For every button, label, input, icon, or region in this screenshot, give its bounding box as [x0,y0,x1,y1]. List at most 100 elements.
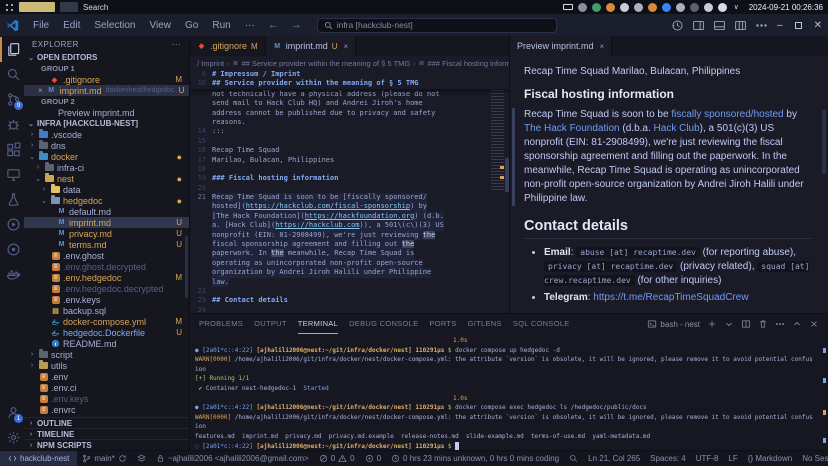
bluetooth-alt-icon[interactable] [676,3,685,12]
tree-item--env-hedgedoc[interactable]: ≡.env.hedgedocM [24,272,189,283]
preview-scrollbar[interactable] [822,110,826,174]
panel-tab-debug-console[interactable]: DEBUG CONSOLE [349,314,418,334]
tab--gitignore[interactable]: ◆.gitignoreM [190,36,266,56]
open-editor--gitignore[interactable]: ◆.gitignoreM [24,74,189,85]
open-editors-header[interactable]: ⌄OPEN EDITORS [24,52,189,63]
tree-item--env[interactable]: ≡.env [24,371,189,382]
panel-tab-sql-console[interactable]: SQL CONSOLE [513,314,570,334]
tree-item--env-keys[interactable]: ≡.env.keys [24,393,189,404]
tree-item-imprint-md[interactable]: Mimprint.mdU [24,217,189,228]
open-editor-preview-imprint-md[interactable]: Preview imprint.md [24,107,189,118]
panel-tab-gitlens[interactable]: GITLENS [468,314,502,334]
toggles-icon[interactable] [578,3,587,12]
section-npm-scripts[interactable]: ›NPM SCRIPTS [24,439,189,450]
status-language-mode[interactable]: {} Markdown [743,451,797,466]
activity-live-preview[interactable] [0,212,24,237]
tree-item--envrc[interactable]: ≡.envrc [24,404,189,415]
sidebar-more-button[interactable]: ··· [172,40,181,49]
editor-scrollbar[interactable] [505,158,509,192]
maximize-button[interactable] [795,22,802,29]
sidebar-scrollbar[interactable] [185,236,188,298]
menu-item-edit[interactable]: Edit [57,18,86,33]
menu-item-file[interactable]: File [27,18,55,33]
tree-item-dns[interactable]: ›dns [24,140,189,151]
activity-explorer[interactable] [0,37,24,62]
tree-item-docker-compose-yml[interactable]: docker-compose.ymlM [24,316,189,327]
status-session[interactable]: No Session [797,451,828,466]
status-search-status[interactable] [564,451,583,466]
tree-item-hedgedoc[interactable]: ⌄hedgedoc● [24,195,189,206]
nav-forward-button[interactable]: → [286,19,307,31]
tree-item--env-hedgedoc-decrypted[interactable]: ≡.env.hedgedoc.decrypted [24,283,189,294]
tab-imprint-md[interactable]: Mimprint.mdU× [266,36,356,56]
close-icon[interactable]: × [38,86,43,95]
link-telegram[interactable]: https://t.me/RecapTimeSquadCrew [593,292,748,303]
panel-tab-ports[interactable]: PORTS [429,314,456,334]
workspace-inactive[interactable] [60,2,78,12]
command-center-search[interactable]: infra [hackclub-nest] [317,18,557,33]
section-timeline[interactable]: ›TIMELINE [24,428,189,439]
breadcrumb[interactable]: / Imprint›≣## Service provider within th… [190,56,509,70]
tree-item--env-ci[interactable]: ≡.env.ci [24,382,189,393]
tree-item--vscode[interactable]: ›.vscode [24,129,189,140]
markdown-preview[interactable]: Recap Time Squad Marilao, Bulacan, Phili… [510,56,828,313]
menu-item-go[interactable]: Go [179,18,204,33]
link-hack-foundation[interactable]: The Hack Foundation [524,123,620,134]
status-compare-changes[interactable] [132,451,151,466]
status-encoding[interactable]: UTF-8 [691,451,724,466]
tree-item-nest[interactable]: ⌄nest● [24,173,189,184]
layout-columns-icon[interactable] [734,19,746,31]
activity-testing[interactable] [0,187,24,212]
wordpress-icon[interactable] [690,3,699,12]
more-icon[interactable] [755,19,767,31]
breadcrumb-item[interactable]: ### Fiscal hosting information [428,59,509,68]
more-button[interactable] [775,319,785,329]
new-terminal-button[interactable] [707,319,717,329]
code-editor[interactable]: 6# Impressum / Imprint10## Service provi… [190,70,509,313]
history-icon[interactable] [671,19,683,31]
breadcrumb-item[interactable]: ## Service provider within the meaning o… [241,59,410,68]
panel-tab-output[interactable]: OUTPUT [254,314,287,334]
section-outline[interactable]: ›OUTLINE [24,417,189,428]
tree-item-docker[interactable]: ⌄docker● [24,151,189,162]
activity-remote-explorer[interactable] [0,162,24,187]
maximize-panel-button[interactable] [792,319,802,329]
tree-item--env-ghost[interactable]: ≡.env.ghost [24,250,189,261]
layout-editor-icon[interactable] [692,19,704,31]
status-counter[interactable]: 0 [360,451,386,466]
nav-back-button[interactable]: ← [263,19,284,31]
panel-bottom-icon[interactable] [713,19,725,31]
close-button[interactable]: ✕ [814,20,822,31]
panel-tab-terminal[interactable]: TERMINAL [298,314,338,334]
activity-source-control[interactable]: 9 [0,87,24,112]
menu-item-[interactable]: ··· [239,18,261,33]
avatar-icon[interactable] [606,3,615,12]
close-icon[interactable]: × [344,42,349,51]
panel-tab-problems[interactable]: PROBLEMS [199,314,243,334]
shield-icon[interactable] [704,3,713,12]
wifi-icon[interactable] [718,3,727,12]
tree-item-terms-md[interactable]: Mterms.mdU [24,239,189,250]
close-icon[interactable]: × [600,42,605,51]
tree-item-infra-ci[interactable]: ›infra-ci [24,162,189,173]
terminal-picker-button[interactable] [724,319,734,329]
activity-settings[interactable] [0,425,24,450]
menu-item-selection[interactable]: Selection [88,18,141,33]
status-eol[interactable]: LF [723,451,742,466]
system-clock[interactable]: 2024-09-21 00:26:36 [746,3,823,12]
status-indentation[interactable]: Spaces: 4 [645,451,691,466]
launcher-icon[interactable] [5,3,14,12]
tree-item-data[interactable]: ›data [24,184,189,195]
terminal[interactable]: 1.0s● [2a01*c::4:22] [ajhalili2006@nest:… [190,334,828,450]
link-fiscal-sponsorship[interactable]: fiscally sponsored/hosted [671,109,783,120]
status-problems[interactable]: 00 [314,451,360,466]
volume-icon[interactable] [648,3,657,12]
activity-docker[interactable] [0,262,24,287]
tree-item-script[interactable]: ›script [24,349,189,360]
menu-item-run[interactable]: Run [206,18,236,33]
open-editor-imprint-md[interactable]: ×Mimprint.mddocker/nest/hedgedocU [24,85,189,96]
system-search-label[interactable]: Search [83,3,108,12]
battery-icon[interactable] [563,4,573,10]
close-panel-button[interactable] [809,319,819,329]
project-root-header[interactable]: ⌄INFRA [HACKCLUB-NEST] [24,118,189,129]
